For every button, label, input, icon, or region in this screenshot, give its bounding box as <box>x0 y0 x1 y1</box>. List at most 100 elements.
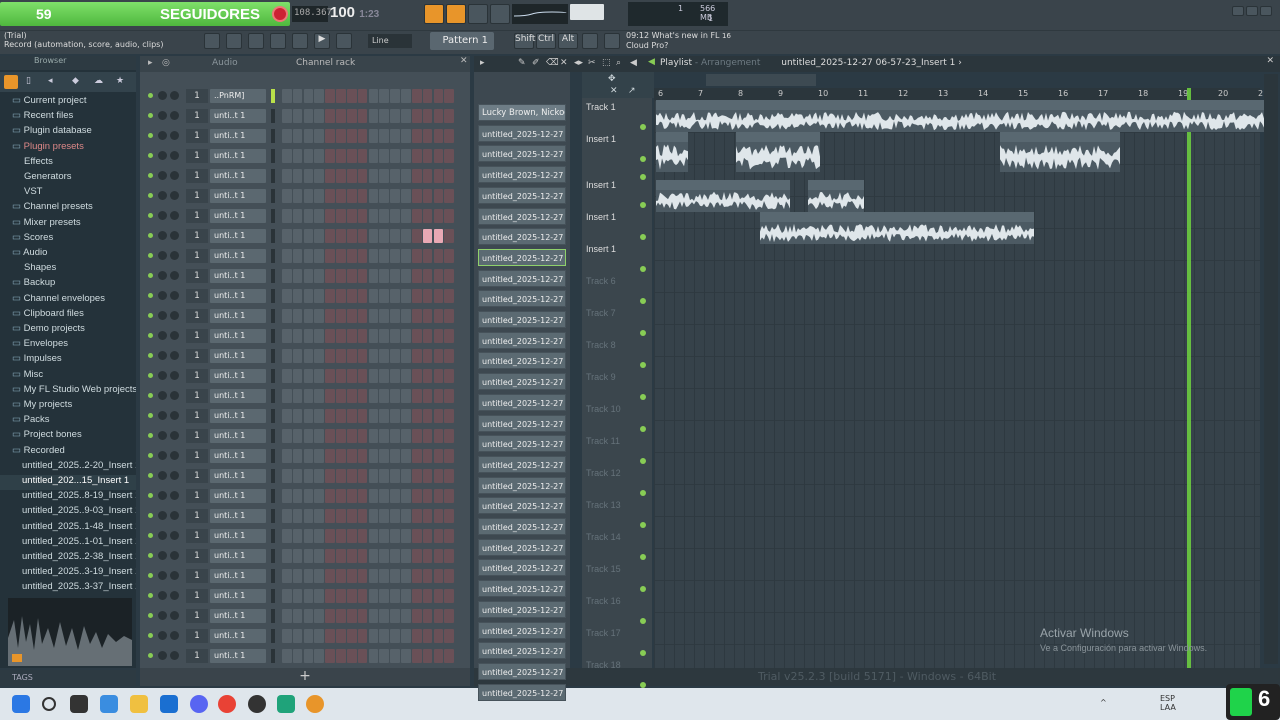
channel-mixer-track[interactable]: 1 <box>186 109 208 123</box>
step-button[interactable] <box>292 509 303 523</box>
channel-knob[interactable] <box>158 111 167 120</box>
step-button[interactable] <box>401 629 411 643</box>
channel-mixer-track[interactable]: 1 <box>186 149 208 163</box>
playlist-menu-icon[interactable]: ▸ <box>480 58 485 68</box>
step-button[interactable] <box>379 409 390 423</box>
step-button[interactable] <box>303 609 314 623</box>
step-button[interactable] <box>357 409 368 423</box>
step-button[interactable] <box>357 469 368 483</box>
step-button[interactable] <box>357 269 368 283</box>
step-button[interactable] <box>368 109 379 123</box>
step-button[interactable] <box>336 489 346 503</box>
channel-led[interactable] <box>148 253 153 258</box>
audio-clip[interactable]: untitled_2025-12-27 06-51-33_Insert 1 <box>656 180 790 212</box>
step-button[interactable] <box>282 529 292 543</box>
collapse-icon[interactable]: ✕ <box>610 86 618 96</box>
step-button[interactable] <box>390 549 400 563</box>
step-button[interactable] <box>433 449 444 463</box>
step-button[interactable] <box>444 329 455 343</box>
step-button[interactable] <box>303 489 314 503</box>
channel-select-bar[interactable] <box>271 529 275 543</box>
channel-mixer-track[interactable]: 1 <box>186 229 208 243</box>
channel-mixer-track[interactable]: 1 <box>186 249 208 263</box>
channel-row[interactable]: 1 unti..t 1 <box>140 606 470 626</box>
step-button[interactable] <box>390 469 400 483</box>
step-button[interactable] <box>411 409 422 423</box>
channel-led[interactable] <box>148 593 153 598</box>
track-led[interactable] <box>640 650 646 656</box>
step-sequencer[interactable] <box>282 469 455 483</box>
browser-item[interactable]: VST <box>0 186 136 201</box>
step-button[interactable] <box>314 449 325 463</box>
step-button[interactable] <box>292 169 303 183</box>
audio-clip[interactable]: unt..1 <box>656 132 688 172</box>
step-button[interactable] <box>357 569 368 583</box>
channel-mixer-track[interactable]: 1 <box>186 129 208 143</box>
step-button[interactable] <box>379 129 390 143</box>
step-button[interactable] <box>444 89 455 103</box>
step-button[interactable] <box>390 209 400 223</box>
step-button[interactable] <box>346 349 357 363</box>
channel-knob[interactable] <box>158 411 167 420</box>
step-button[interactable] <box>357 529 368 543</box>
channel-mixer-track[interactable]: 1 <box>186 269 208 283</box>
tags-bar[interactable]: TAGS <box>0 670 136 686</box>
channel-knob[interactable] <box>170 591 179 600</box>
step-button[interactable] <box>411 349 422 363</box>
channel-mixer-track[interactable]: 1 <box>186 309 208 323</box>
picker-clip[interactable]: untitled_2025-12-27 06- <box>478 600 566 618</box>
channel-mixer-track[interactable]: 1 <box>186 509 208 523</box>
picker-clip[interactable]: untitled_2025-12-27 06- <box>478 497 566 515</box>
channel-led[interactable] <box>148 373 153 378</box>
step-sequencer[interactable] <box>282 609 455 623</box>
browser-item[interactable]: untitled_2025..2-38_Insert 1 <box>0 551 136 566</box>
step-button[interactable] <box>346 649 357 663</box>
step-button[interactable] <box>379 469 390 483</box>
channel-knob[interactable] <box>170 171 179 180</box>
step-button[interactable] <box>346 289 357 303</box>
picker-clip[interactable]: untitled_2025-12-27 06- <box>478 269 566 287</box>
step-button[interactable] <box>357 229 368 243</box>
channel-knob[interactable] <box>158 351 167 360</box>
channel-name-button[interactable]: unti..t 1 <box>210 249 266 263</box>
step-button[interactable] <box>433 529 444 543</box>
channel-mixer-track[interactable]: 1 <box>186 329 208 343</box>
track-led[interactable] <box>640 266 646 272</box>
select-tool-icon[interactable]: ⬚ <box>602 58 611 68</box>
step-button[interactable] <box>292 389 303 403</box>
track-led[interactable] <box>640 522 646 528</box>
channel-knob[interactable] <box>170 391 179 400</box>
track-name[interactable]: Insert 1 <box>586 244 616 254</box>
step-sequencer[interactable] <box>282 449 455 463</box>
step-sequencer[interactable] <box>282 529 455 543</box>
channel-row[interactable]: 1 unti..t 1 <box>140 326 470 346</box>
step-button[interactable] <box>292 249 303 263</box>
channel-name-button[interactable]: unti..t 1 <box>210 609 266 623</box>
step-button[interactable] <box>401 529 411 543</box>
step-sequencer[interactable] <box>282 349 455 363</box>
step-button[interactable] <box>390 109 400 123</box>
step-button[interactable] <box>303 629 314 643</box>
track-led[interactable] <box>640 298 646 304</box>
channel-knob[interactable] <box>158 511 167 520</box>
step-button[interactable] <box>282 629 292 643</box>
speaker-icon[interactable]: ◂ <box>48 76 53 86</box>
step-button[interactable] <box>390 289 400 303</box>
step-button[interactable] <box>368 409 379 423</box>
channel-row[interactable]: 1 unti..t 1 <box>140 626 470 646</box>
channel-knob[interactable] <box>158 211 167 220</box>
step-button[interactable] <box>411 629 422 643</box>
step-button[interactable] <box>303 249 314 263</box>
step-button[interactable] <box>433 469 444 483</box>
step-button[interactable] <box>401 589 411 603</box>
step-button[interactable] <box>336 189 346 203</box>
step-button[interactable] <box>292 229 303 243</box>
step-button[interactable] <box>314 149 325 163</box>
step-button[interactable] <box>422 489 433 503</box>
track-name[interactable]: Track 13 <box>586 500 621 510</box>
channel-led[interactable] <box>148 533 153 538</box>
step-button[interactable] <box>292 409 303 423</box>
step-button[interactable] <box>325 349 335 363</box>
audio-clip[interactable]: untitled_20..39_Insert 1 <box>736 132 820 172</box>
step-button[interactable] <box>379 309 390 323</box>
